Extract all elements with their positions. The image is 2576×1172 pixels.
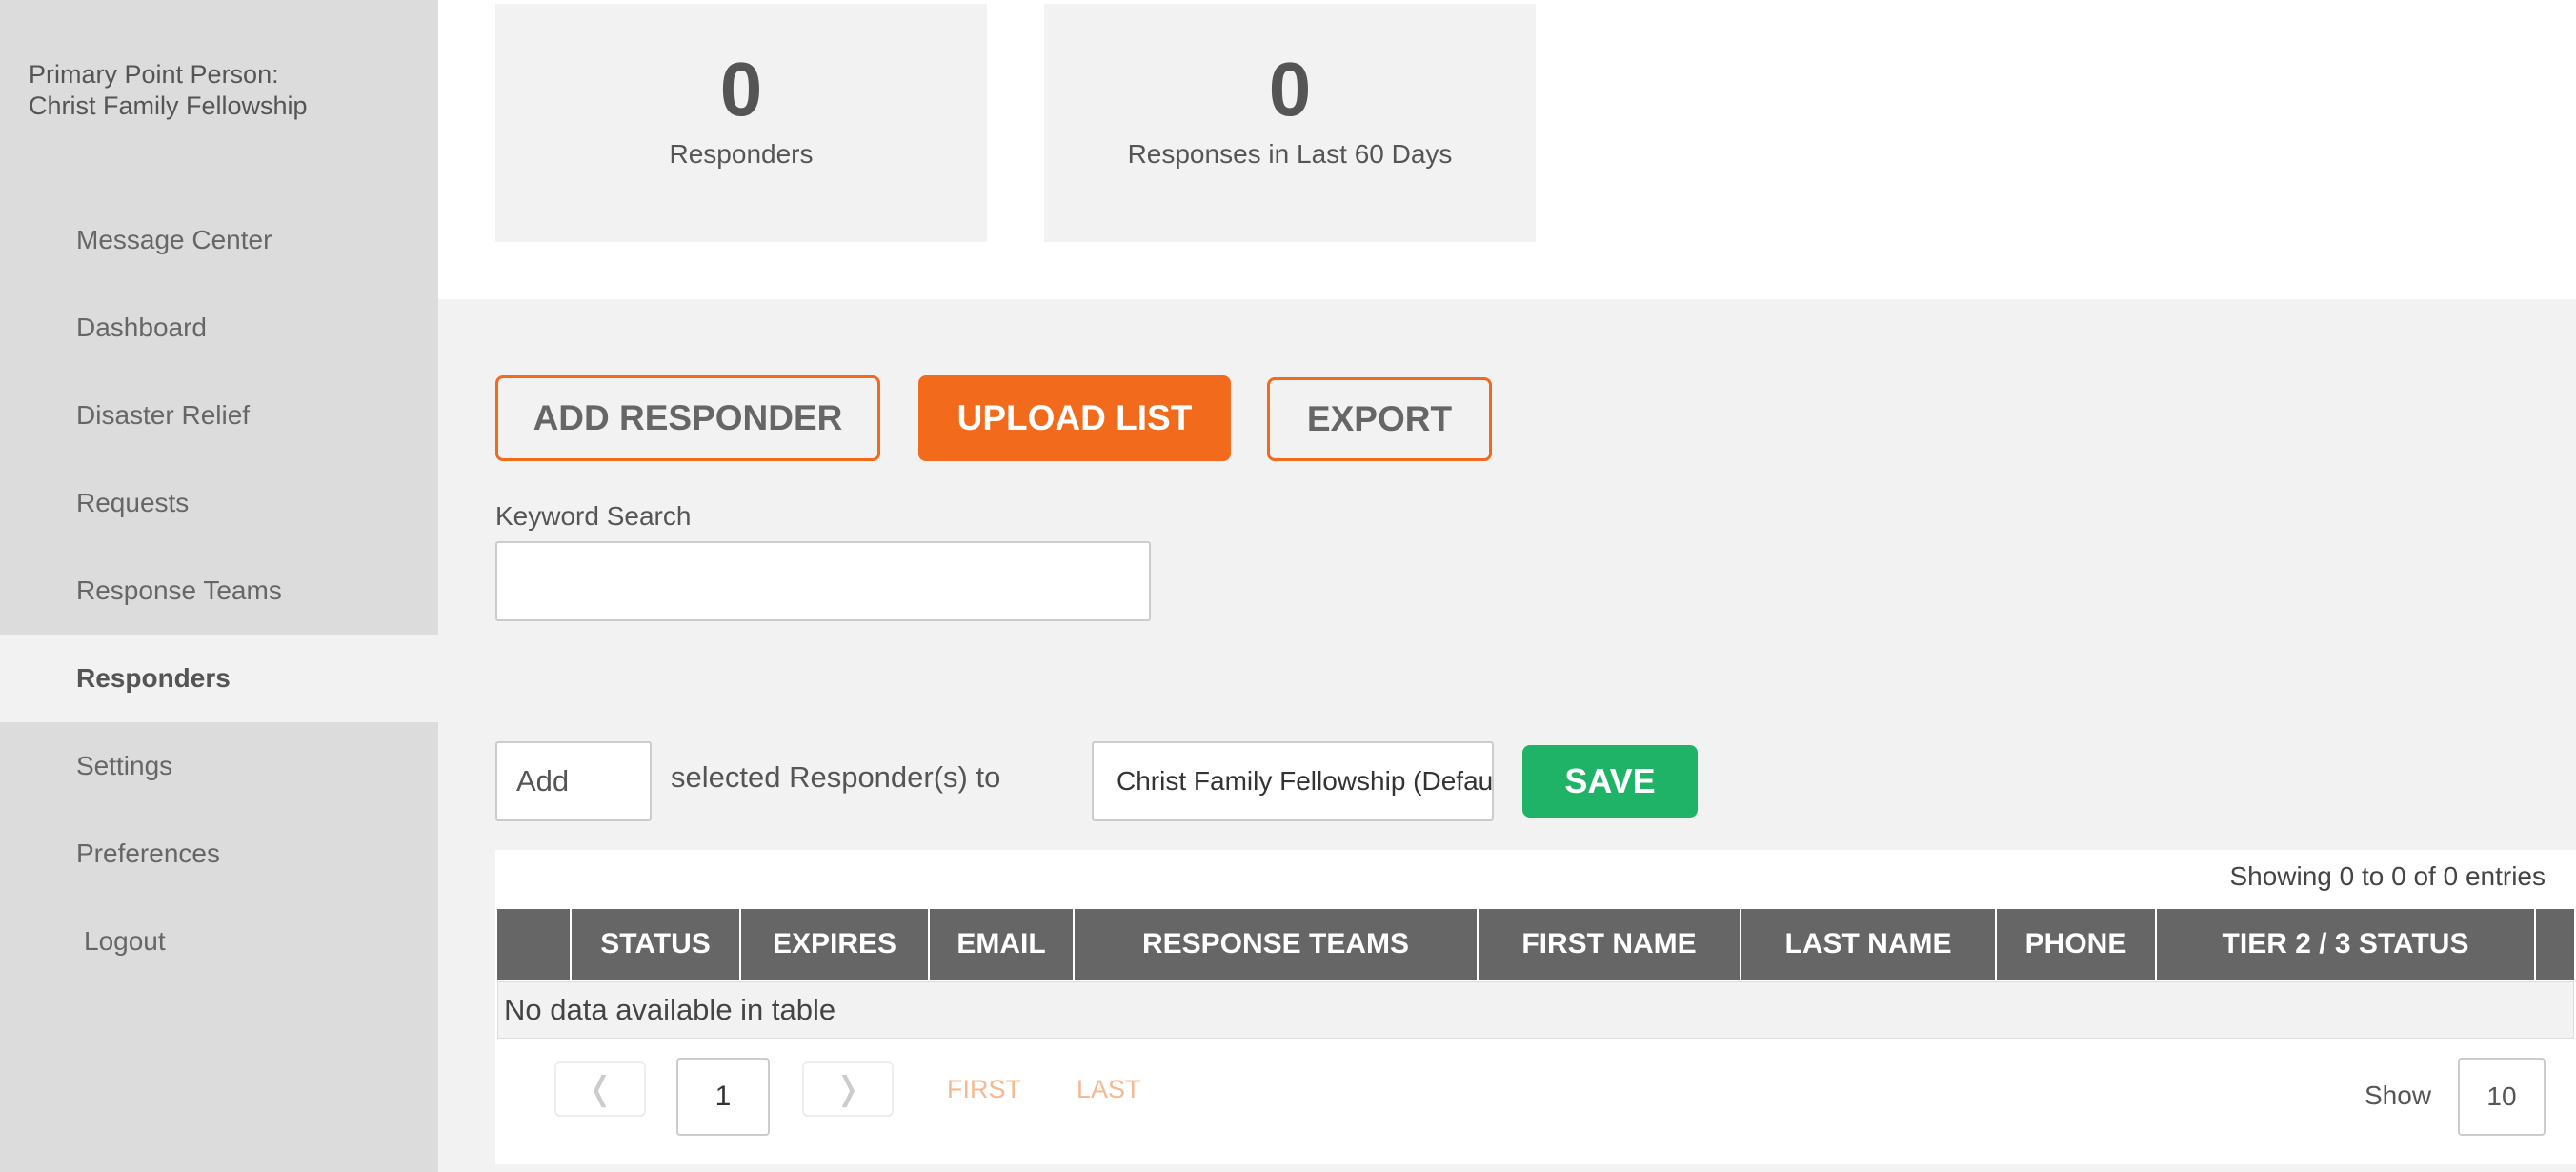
stat-value: 0: [719, 47, 763, 131]
page-number-input[interactable]: 1: [676, 1058, 770, 1136]
column-header-extra[interactable]: [2536, 909, 2574, 980]
column-header-first-name[interactable]: FIRST NAME: [1479, 909, 1741, 980]
save-button[interactable]: SAVE: [1522, 745, 1698, 818]
entries-info: Showing 0 to 0 of 0 entries: [2229, 861, 2546, 891]
chevron-right-icon: ❭: [834, 1071, 862, 1107]
sidebar-item-preferences[interactable]: Preferences: [0, 810, 438, 898]
column-header-phone[interactable]: PHONE: [1997, 909, 2157, 980]
column-header-select[interactable]: [497, 909, 572, 980]
chevron-left-icon: ❬: [586, 1071, 614, 1107]
next-page-button[interactable]: ❭: [802, 1061, 894, 1117]
add-responder-button[interactable]: ADD RESPONDER: [495, 375, 880, 461]
response-team-select[interactable]: Christ Family Fellowship (Default): [1092, 741, 1494, 821]
column-header-tier-status[interactable]: TIER 2 / 3 STATUS: [2157, 909, 2536, 980]
last-page-link[interactable]: LAST: [1077, 1075, 1141, 1104]
sidebar-item-message-center[interactable]: Message Center: [0, 196, 438, 284]
column-header-email[interactable]: EMAIL: [930, 909, 1075, 980]
stat-label: Responses in Last 60 Days: [1127, 139, 1453, 169]
sidebar-item-disaster-relief[interactable]: Disaster Relief: [0, 372, 438, 459]
responders-table-panel: Showing 0 to 0 of 0 entries STATUS EXPIR…: [495, 850, 2576, 1164]
stat-label: Responders: [669, 139, 814, 169]
keyword-search-input[interactable]: [495, 541, 1151, 621]
prev-page-button[interactable]: ❬: [554, 1061, 646, 1117]
sidebar-item-dashboard[interactable]: Dashboard: [0, 284, 438, 372]
stat-card-responders: 0 Responders: [495, 4, 987, 242]
sidebar-item-responders[interactable]: Responders: [0, 635, 438, 722]
sidebar-nav: Message Center Dashboard Disaster Relief…: [0, 196, 438, 985]
upload-list-button[interactable]: UPLOAD LIST: [918, 375, 1231, 461]
column-header-status[interactable]: STATUS: [572, 909, 741, 980]
primary-point-person: Primary Point Person: Christ Family Fell…: [29, 59, 308, 122]
table-empty-row: No data available in table: [497, 981, 2574, 1039]
point-person-label: Primary Point Person:: [29, 60, 279, 89]
stat-card-responses-60-days: 0 Responses in Last 60 Days: [1044, 4, 1536, 242]
table-header: STATUS EXPIRES EMAIL RESPONSE TEAMS FIRS…: [497, 909, 2574, 980]
bulk-action-text: selected Responder(s) to: [671, 760, 1001, 794]
bulk-action-select[interactable]: Add: [495, 741, 652, 821]
column-header-response-teams[interactable]: RESPONSE TEAMS: [1075, 909, 1479, 980]
sidebar-item-logout[interactable]: Logout: [0, 898, 438, 985]
sidebar-item-response-teams[interactable]: Response Teams: [0, 547, 438, 635]
point-person-name: Christ Family Fellowship: [29, 91, 308, 120]
sidebar: Primary Point Person: Christ Family Fell…: [0, 0, 438, 1172]
column-header-last-name[interactable]: LAST NAME: [1741, 909, 1997, 980]
page-size-select[interactable]: 10: [2458, 1058, 2546, 1136]
sidebar-item-settings[interactable]: Settings: [0, 722, 438, 810]
stats-band: 0 Responders 0 Responses in Last 60 Days: [438, 0, 2576, 299]
first-page-link[interactable]: FIRST: [947, 1075, 1021, 1104]
sidebar-item-requests[interactable]: Requests: [0, 459, 438, 547]
stat-value: 0: [1268, 47, 1312, 131]
keyword-search-label: Keyword Search: [495, 501, 692, 531]
export-button[interactable]: EXPORT: [1267, 377, 1492, 461]
column-header-expires[interactable]: EXPIRES: [741, 909, 930, 980]
page-size-label: Show: [2365, 1081, 2432, 1110]
